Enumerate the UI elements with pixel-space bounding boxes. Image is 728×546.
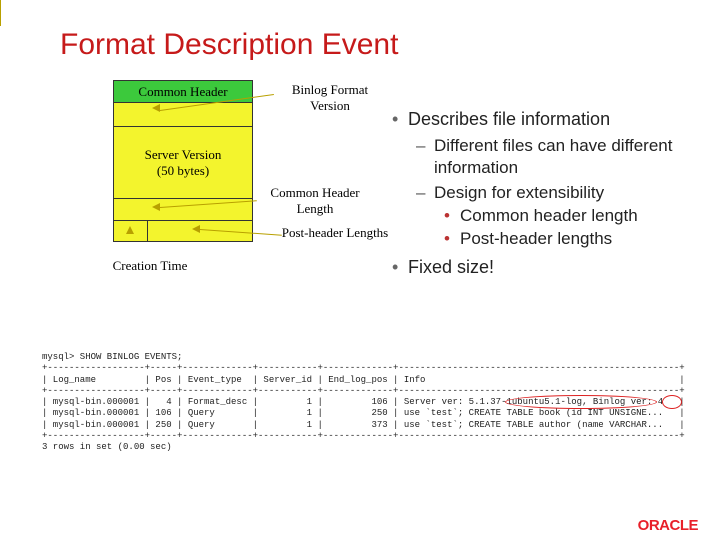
bullet-text: Describes file information	[408, 109, 610, 129]
bullet-item: Fixed size!	[392, 256, 712, 279]
oracle-logo: ORACLE	[638, 517, 698, 534]
bullet-item: Different files can have different infor…	[416, 135, 712, 178]
arrow-head-icon	[152, 104, 160, 112]
event-layout-diagram: Common Header Server Version (50 bytes)	[113, 80, 253, 242]
binlog-format-version-cell	[113, 102, 253, 126]
slide-title: Format Description Event	[60, 28, 398, 62]
label-binlog-format-version: Binlog Format Version	[275, 82, 385, 114]
bullet-item: Post-header lengths	[444, 228, 712, 249]
arrow-head-icon	[152, 203, 160, 211]
server-version-cell: Server Version (50 bytes)	[113, 126, 253, 198]
bullet-list: Describes file information Different fil…	[392, 108, 712, 285]
bullet-text: Design for extensibility	[434, 183, 604, 202]
server-version-size: (50 bytes)	[157, 163, 209, 179]
bullet-item: Common header length	[444, 205, 712, 226]
arrow-line	[0, 0, 1, 26]
common-header-cell: Common Header	[113, 80, 253, 102]
arrow-head-icon	[126, 226, 134, 234]
bullet-item: Design for extensibility Common header l…	[416, 182, 712, 250]
label-common-header-length: Common Header Length	[255, 185, 375, 217]
arrow-head-icon	[192, 225, 200, 233]
highlight-circle-icon	[662, 395, 682, 409]
label-creation-time: Creation Time	[105, 258, 195, 274]
highlight-circle-icon	[505, 395, 657, 409]
label-post-header-lengths: Post-header Lengths	[280, 225, 390, 241]
server-version-label: Server Version	[145, 147, 222, 163]
bullet-item: Describes file information Different fil…	[392, 108, 712, 250]
